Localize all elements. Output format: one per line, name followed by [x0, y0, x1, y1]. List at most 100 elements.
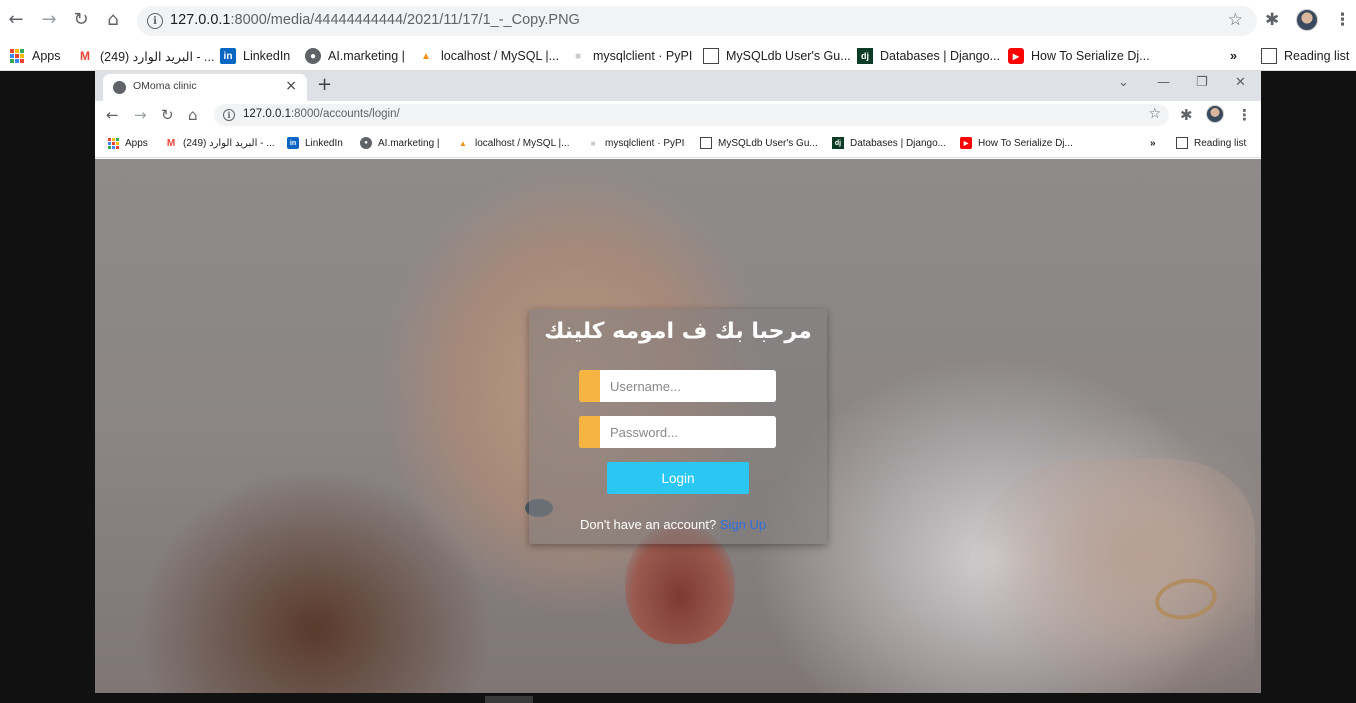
bookmark-label: localhost / MySQL |...	[441, 49, 560, 63]
bookmark-mysqldb[interactable]: MySQLdb User's Gu...	[703, 46, 851, 66]
reading-list-button[interactable]: Reading list	[1176, 135, 1246, 151]
apps-grid-icon	[9, 48, 25, 64]
bookmark-label: LinkedIn	[305, 137, 343, 149]
home-icon[interactable]: ⌂	[188, 106, 198, 124]
new-tab-icon[interactable]: +	[317, 74, 332, 95]
bookmark-pypi[interactable]: ■ mysqlclient · PyPI	[570, 46, 692, 66]
bookmark-linkedin[interactable]: in LinkedIn	[220, 46, 290, 66]
extensions-icon[interactable]: ✱	[1180, 106, 1193, 124]
gmail-icon: M	[166, 137, 176, 149]
site-info-icon[interactable]: i	[147, 13, 163, 29]
outer-bookmarks-bar: Apps M (249) البريد الوارد - ... in Link…	[0, 41, 1356, 71]
profile-avatar[interactable]	[1206, 105, 1224, 123]
bookmark-label: Apps	[32, 49, 61, 63]
bookmark-phpmyadmin[interactable]: ▲ localhost / MySQL |...	[418, 46, 559, 66]
bookmark-star-icon[interactable]: ☆	[1148, 106, 1161, 122]
overflow-label: »	[1230, 49, 1237, 63]
bookmark-mysqldb[interactable]: MySQLdb User's Gu...	[700, 135, 818, 151]
password-field	[579, 416, 776, 448]
outer-url: 127.0.0.1:8000/media/44444444444/2021/11…	[170, 12, 580, 28]
globe-icon: ●	[305, 48, 321, 64]
reload-icon[interactable]: ↻	[161, 106, 174, 124]
reading-list-button[interactable]: Reading list	[1261, 46, 1349, 66]
bookmark-label: AI.marketing |	[328, 49, 405, 63]
inner-address-bar[interactable]: i 127.0.0.1:8000/accounts/login/ ☆	[214, 104, 1169, 126]
bookmark-label: How To Serialize Dj...	[1031, 49, 1150, 63]
bookmark-apps[interactable]: Apps	[107, 135, 148, 151]
signup-link[interactable]: Sign Up	[720, 517, 766, 532]
bookmark-django[interactable]: dj Databases | Django...	[857, 46, 1000, 66]
bookmark-pypi[interactable]: ■ mysqlclient · PyPI	[587, 135, 685, 151]
signup-prompt: Don't have an account?	[580, 517, 717, 532]
forward-arrow-icon[interactable]: →	[38, 8, 60, 30]
password-input[interactable]	[600, 416, 776, 448]
menu-kebab-icon[interactable]: ⋮	[1334, 10, 1351, 30]
tab-title: OMoma clinic	[133, 80, 197, 92]
bookmark-label: Databases | Django...	[850, 137, 946, 149]
django-icon: dj	[832, 137, 844, 149]
tab-search-chevron-icon[interactable]: ⌄	[1118, 75, 1129, 90]
bookmark-ai-marketing[interactable]: ● AI.marketing |	[360, 135, 440, 151]
username-input[interactable]	[600, 370, 776, 402]
password-accent-bar	[579, 416, 600, 448]
inner-bookmarks-bar: Apps M (249) البريد الوارد - ... in Link…	[95, 130, 1261, 158]
bookmark-label: LinkedIn	[243, 49, 291, 63]
apps-grid-icon	[107, 137, 119, 149]
reload-icon[interactable]: ↻	[70, 8, 92, 30]
extensions-icon[interactable]: ✱	[1265, 10, 1279, 30]
bookmark-youtube[interactable]: ▶ How To Serialize Dj...	[960, 135, 1073, 151]
bookmark-label: Databases | Django...	[880, 49, 1000, 63]
outer-browser-toolbar: ← → ↻ ⌂ i 127.0.0.1:8000/media/444444444…	[0, 0, 1356, 41]
signup-line: Don't have an account? Sign Up	[580, 517, 766, 532]
login-page-background: مرحبا بك ف امومه كلينك Login Don't have …	[95, 159, 1261, 693]
home-icon[interactable]: ⌂	[102, 8, 124, 30]
forward-arrow-icon[interactable]: →	[134, 106, 147, 124]
phpmyadmin-icon: ▲	[421, 50, 431, 62]
bookmark-ai-marketing[interactable]: ● AI.marketing |	[305, 46, 405, 66]
bookmark-youtube[interactable]: ▶ How To Serialize Dj...	[1008, 46, 1150, 66]
outer-address-bar[interactable]: i 127.0.0.1:8000/media/44444444444/2021/…	[137, 6, 1257, 36]
profile-avatar[interactable]	[1296, 9, 1318, 31]
bookmark-star-icon[interactable]: ☆	[1228, 10, 1243, 30]
doc-icon	[703, 48, 719, 64]
bookmark-django[interactable]: dj Databases | Django...	[832, 135, 946, 151]
bookmark-linkedin[interactable]: in LinkedIn	[287, 135, 343, 151]
inner-browser-window: OMoma clinic × + ⌄ — ❐ ✕ ← → ↻ ⌂ i 127.0…	[95, 71, 1261, 693]
bookmark-label: (249) البريد الوارد - ...	[100, 49, 215, 64]
login-title: مرحبا بك ف امومه كلينك	[544, 319, 812, 344]
bookmark-label: mysqlclient · PyPI	[605, 137, 685, 149]
minimize-icon[interactable]: —	[1157, 75, 1170, 90]
menu-kebab-icon[interactable]: ⋮	[1237, 106, 1252, 124]
site-info-icon[interactable]: i	[223, 109, 235, 121]
login-card: مرحبا بك ف امومه كلينك Login Don't have …	[529, 309, 827, 544]
tab-omoma-clinic[interactable]: OMoma clinic ×	[103, 74, 307, 101]
pypi-icon: ■	[590, 138, 596, 148]
username-field	[579, 370, 776, 402]
youtube-icon: ▶	[1008, 48, 1024, 64]
login-button[interactable]: Login	[607, 462, 749, 494]
username-accent-bar	[579, 370, 600, 402]
bookmark-apps[interactable]: Apps	[9, 46, 61, 66]
inner-tab-strip: OMoma clinic × + ⌄ — ❐ ✕	[95, 71, 1261, 101]
pypi-icon: ■	[574, 50, 582, 62]
close-tab-icon[interactable]: ×	[285, 78, 297, 94]
restore-icon[interactable]: ❐	[1196, 75, 1208, 90]
close-window-icon[interactable]: ✕	[1235, 75, 1246, 90]
bookmark-label: AI.marketing |	[378, 137, 440, 149]
bookmarks-overflow-button[interactable]: »	[1230, 46, 1237, 66]
bookmark-gmail[interactable]: M (249) البريد الوارد - ...	[165, 135, 275, 151]
inner-url: 127.0.0.1:8000/accounts/login/	[243, 108, 400, 120]
bookmarks-overflow-button[interactable]: »	[1150, 135, 1156, 151]
back-arrow-icon[interactable]: ←	[106, 106, 119, 124]
inner-browser-toolbar: ← → ↻ ⌂ i 127.0.0.1:8000/accounts/login/…	[95, 101, 1261, 130]
bookmark-gmail[interactable]: M (249) البريد الوارد - ...	[77, 46, 214, 66]
linkedin-icon: in	[220, 48, 236, 64]
bookmark-phpmyadmin[interactable]: ▲ localhost / MySQL |...	[457, 135, 569, 151]
bookmark-label: localhost / MySQL |...	[475, 137, 570, 149]
youtube-icon: ▶	[960, 137, 972, 149]
reading-list-icon	[1176, 137, 1188, 149]
overflow-label: »	[1150, 137, 1156, 149]
doc-icon	[700, 137, 712, 149]
bookmark-label: MySQLdb User's Gu...	[718, 137, 818, 149]
back-arrow-icon[interactable]: ←	[5, 8, 27, 30]
